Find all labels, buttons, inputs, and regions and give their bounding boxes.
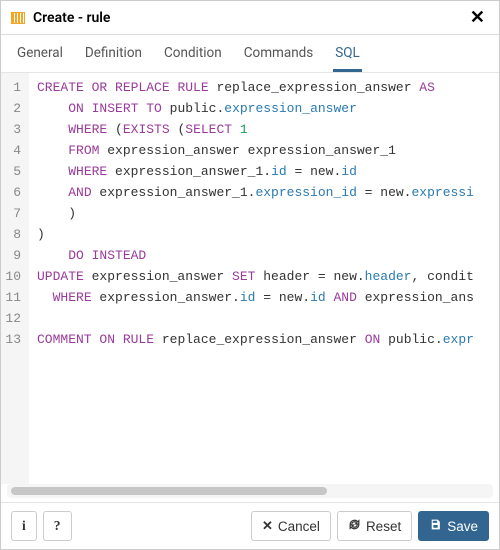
reset-button[interactable]: Reset xyxy=(337,511,412,541)
line-number: 6 xyxy=(5,182,21,203)
cancel-label: Cancel xyxy=(278,519,320,534)
line-number: 10 xyxy=(5,266,21,287)
rule-icon xyxy=(11,12,25,24)
save-button[interactable]: Save xyxy=(418,511,489,541)
tab-commands[interactable]: Commands xyxy=(242,35,316,72)
code-line: FROM expression_answer expression_answer… xyxy=(37,140,491,161)
line-number: 13 xyxy=(5,329,21,350)
code-line xyxy=(37,308,491,329)
code-line: COMMENT ON RULE replace_expression_answe… xyxy=(37,329,491,350)
sql-editor[interactable]: 12345678910111213 CREATE OR REPLACE RULE… xyxy=(1,73,499,484)
tab-general[interactable]: General xyxy=(15,35,65,72)
code-line: WHERE (EXISTS (SELECT 1 xyxy=(37,119,491,140)
line-gutter: 12345678910111213 xyxy=(1,73,29,484)
recycle-icon xyxy=(348,518,361,534)
code-line: DO INSTEAD xyxy=(37,245,491,266)
help-button[interactable]: ? xyxy=(43,511,72,541)
line-number: 7 xyxy=(5,203,21,224)
close-icon[interactable]: ✕ xyxy=(466,7,489,28)
code-line: ON INSERT TO public.expression_answer xyxy=(37,98,491,119)
code-line: WHERE expression_answer.id = new.id AND … xyxy=(37,287,491,308)
tab-definition[interactable]: Definition xyxy=(83,35,144,72)
horizontal-scrollbar[interactable] xyxy=(7,484,493,498)
tab-condition[interactable]: Condition xyxy=(162,35,224,72)
save-icon xyxy=(429,518,442,534)
code-area[interactable]: CREATE OR REPLACE RULE replace_expressio… xyxy=(29,73,499,484)
close-icon: ✕ xyxy=(262,518,273,534)
code-line: ) xyxy=(37,224,491,245)
code-line: ) xyxy=(37,203,491,224)
create-rule-dialog: Create - rule ✕ General Definition Condi… xyxy=(0,0,500,550)
line-number: 5 xyxy=(5,161,21,182)
dialog-title: Create - rule xyxy=(33,10,466,26)
code-line: CREATE OR REPLACE RULE replace_expressio… xyxy=(37,77,491,98)
titlebar: Create - rule ✕ xyxy=(1,1,499,35)
code-line: AND expression_answer_1.expression_id = … xyxy=(37,182,491,203)
code-line: WHERE expression_answer_1.id = new.id xyxy=(37,161,491,182)
line-number: 1 xyxy=(5,77,21,98)
info-icon: i xyxy=(22,518,26,534)
line-number: 8 xyxy=(5,224,21,245)
info-button[interactable]: i xyxy=(11,511,37,541)
line-number: 4 xyxy=(5,140,21,161)
reset-label: Reset xyxy=(366,519,401,534)
line-number: 11 xyxy=(5,287,21,308)
code-line: UPDATE expression_answer SET header = ne… xyxy=(37,266,491,287)
save-label: Save xyxy=(447,519,478,534)
tab-sql[interactable]: SQL xyxy=(333,35,362,72)
footer: i ? ✕ Cancel Reset Save xyxy=(1,502,499,549)
scrollbar-thumb[interactable] xyxy=(11,487,327,495)
cancel-button[interactable]: ✕ Cancel xyxy=(251,511,331,541)
line-number: 2 xyxy=(5,98,21,119)
tab-bar: General Definition Condition Commands SQ… xyxy=(1,35,499,73)
help-icon: ? xyxy=(54,518,61,534)
line-number: 12 xyxy=(5,308,21,329)
line-number: 3 xyxy=(5,119,21,140)
line-number: 9 xyxy=(5,245,21,266)
